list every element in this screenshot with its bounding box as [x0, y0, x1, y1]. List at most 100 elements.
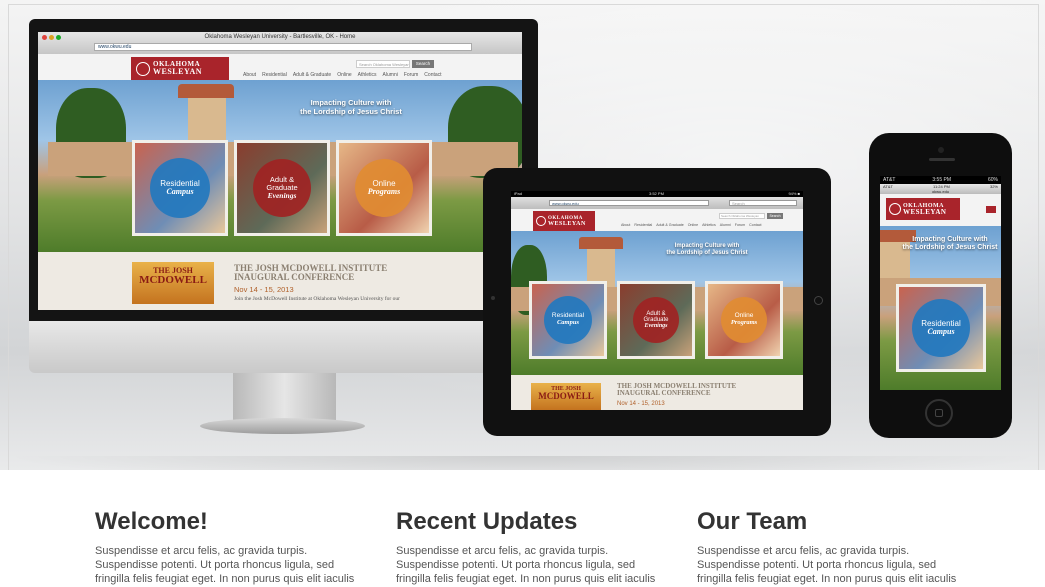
tagline-line2: the Lordship of Jesus Christ — [300, 107, 402, 116]
ipad-camera — [491, 296, 495, 300]
card-photo: Online Programs — [339, 143, 429, 233]
iphone-battery: 60% — [987, 177, 998, 183]
card-circle: Adult & Graduate Evenings — [633, 297, 679, 343]
card-residential[interactable]: Residential Campus — [896, 284, 986, 372]
hero-tagline: Impacting Culture with the Lordship of J… — [276, 98, 426, 116]
card-photo: Residential Campus — [532, 284, 604, 356]
nav-alumni[interactable]: Alumni — [720, 223, 731, 227]
site-search-input[interactable]: Search Oklahoma Wesleyan — [719, 213, 765, 219]
imac-foot — [200, 418, 365, 434]
logo-seal-icon — [136, 61, 150, 76]
nav-online[interactable]: Online — [337, 72, 351, 78]
event-title[interactable]: THE JOSH MCDOWELL INSTITUTE INAUGURAL CO… — [234, 263, 387, 283]
card-sublabel: Campus — [927, 327, 955, 336]
nav-contact[interactable]: Contact — [749, 223, 761, 227]
event-thumbnail: THE JOSH MCDOWELL — [531, 383, 601, 410]
ipad-status-battery: 94% ■ — [788, 191, 800, 196]
logo-text-line2: WESLEYAN — [153, 67, 203, 76]
column-text: Suspendisse et arcu felis, ac gravida tu… — [95, 545, 355, 585]
nav-online[interactable]: Online — [688, 223, 698, 227]
nav-residential[interactable]: Residential — [634, 223, 652, 227]
logo-seal-icon — [889, 203, 901, 215]
hero-tagline: Impacting Culture with the Lordship of J… — [900, 236, 1000, 252]
card-adult-graduate[interactable]: Adult & Graduate Evenings — [617, 281, 695, 359]
ipad-url-field[interactable]: www.okwu.edu — [549, 200, 709, 206]
iphone-time: 3:55 PM — [932, 177, 952, 183]
thumb-line2: MCDOWELL — [139, 274, 207, 286]
event-thumbnail: THE JOSH MCDOWELL — [132, 262, 214, 304]
nav-athletics[interactable]: Athletics — [358, 72, 377, 78]
nav-athletics[interactable]: Athletics — [702, 223, 716, 227]
card-circle: Adult & Graduate Evenings — [253, 159, 311, 217]
floor-shadow — [0, 456, 1045, 470]
event-promo[interactable]: THE JOSH MCDOWELL THE JOSH MCDOWELL INST… — [38, 252, 522, 310]
nav-about[interactable]: About — [243, 72, 256, 78]
nav-adult-graduate[interactable]: Adult & Graduate — [293, 72, 331, 78]
event-title[interactable]: THE JOSH MCDOWELL INSTITUTE INAUGURAL CO… — [617, 382, 736, 398]
card-sublabel: Evenings — [267, 190, 297, 200]
iphone-camera — [938, 147, 944, 153]
card-adult-graduate[interactable]: Adult & Graduate Evenings — [234, 140, 330, 236]
thumb-line2: MCDOWELL — [538, 391, 594, 401]
tagline-line1: Impacting Culture with — [912, 236, 988, 243]
event-title-line2: INAUGURAL CONFERENCE — [234, 272, 355, 283]
site-logo[interactable]: OKLAHOMA WESLEYAN — [131, 57, 229, 80]
browser-url-field[interactable]: www.okwu.edu — [94, 43, 472, 51]
iphone-status-bar: AT&T 3:55 PM 60% — [880, 176, 1001, 184]
chapel-roof — [178, 84, 234, 98]
nav-forum[interactable]: Forum — [404, 72, 418, 78]
card-sublabel: Evenings — [644, 323, 668, 330]
card-online[interactable]: Online Programs — [705, 281, 783, 359]
site-search-input[interactable]: Search Oklahoma Wesleyan — [356, 60, 410, 68]
campus-banner: Impacting Culture with the Lordship of J… — [511, 231, 803, 375]
nav-residential[interactable]: Residential — [262, 72, 287, 78]
event-description: Join the Josh McDowell Institute at Okla… — [234, 296, 400, 302]
card-residential[interactable]: Residential Campus — [529, 281, 607, 359]
nav-alumni[interactable]: Alumni — [383, 72, 398, 78]
nav-contact[interactable]: Contact — [424, 72, 441, 78]
mobile-menu-button[interactable] — [986, 206, 996, 213]
card-photo: Adult & Graduate Evenings — [237, 143, 327, 233]
column-title: Recent Updates — [396, 508, 578, 535]
hero-tagline: Impacting Culture with the Lordship of J… — [651, 243, 763, 257]
nav-forum[interactable]: Forum — [735, 223, 745, 227]
campus-banner: Impacting Culture with the Lordship of J… — [880, 226, 1001, 390]
card-circle: Online Programs — [355, 159, 413, 217]
card-online[interactable]: Online Programs — [336, 140, 432, 236]
ipad-browser-toolbar: www.okwu.edu Search — [511, 197, 803, 209]
iphone-website: OKLAHOMA WESLEYAN Impacting Culture with… — [880, 194, 1001, 390]
nav-adult-graduate[interactable]: Adult & Graduate — [656, 223, 684, 227]
ipad-home-button[interactable] — [814, 296, 823, 305]
ipad-search-field[interactable]: Search — [729, 200, 797, 206]
imac-browser-toolbar: Oklahoma Wesleyan University - Bartlesvi… — [38, 32, 522, 54]
imac-chin — [29, 321, 538, 373]
logo-text-line2: WESLEYAN — [548, 220, 586, 227]
iphone-browser-bar: AT&T 11:24 PM 32% okwu.edu — [880, 184, 1001, 194]
site-search-button[interactable]: Search — [412, 60, 434, 68]
device-showcase-hero: Oklahoma Wesleyan University - Bartlesvi… — [0, 0, 1045, 470]
nav-about[interactable]: About — [621, 223, 630, 227]
tagline-line2: the Lordship of Jesus Christ — [902, 244, 998, 251]
tagline-line1: Impacting Culture with — [310, 98, 392, 107]
card-residential[interactable]: Residential Campus — [132, 140, 228, 236]
imac-website: OKLAHOMA WESLEYAN Search Oklahoma Wesley… — [38, 54, 522, 310]
event-date: Nov 14 - 15, 2013 — [617, 401, 665, 407]
column-text: Suspendisse et arcu felis, ac gravida tu… — [697, 545, 957, 585]
card-photo: Residential Campus — [135, 143, 225, 233]
card-circle: Online Programs — [721, 297, 767, 343]
site-logo[interactable]: OKLAHOMA WESLEYAN — [886, 198, 960, 220]
logo-seal-icon — [536, 216, 546, 226]
event-date: Nov 14 - 15, 2013 — [234, 285, 294, 294]
iphone-earpiece — [929, 158, 955, 161]
event-promo[interactable]: THE JOSH MCDOWELL THE JOSH MCDOWELL INST… — [511, 375, 803, 410]
iphone-home-button[interactable] — [925, 399, 953, 427]
site-search-button[interactable]: Search — [767, 213, 783, 219]
column-text: Suspendisse et arcu felis, ac gravida tu… — [396, 545, 656, 585]
card-circle: Residential Campus — [544, 296, 592, 344]
card-photo: Online Programs — [708, 284, 780, 356]
iphone-inner-carrier: AT&T — [883, 184, 893, 189]
site-logo[interactable]: OKLAHOMA WESLEYAN — [533, 211, 595, 231]
content-columns: Welcome! Suspendisse et arcu felis, ac g… — [0, 470, 1045, 587]
home-square-icon — [935, 409, 943, 417]
logo-text-line2: WESLEYAN — [903, 207, 947, 216]
